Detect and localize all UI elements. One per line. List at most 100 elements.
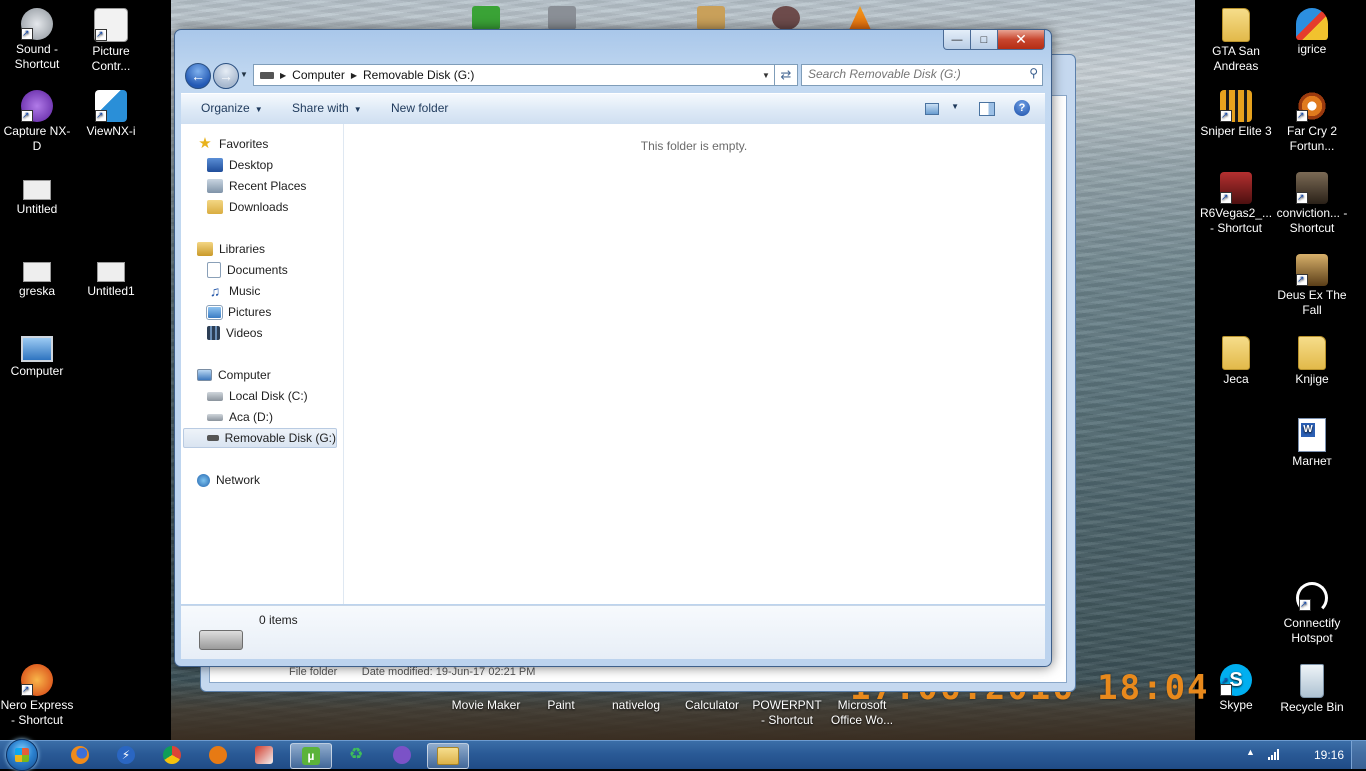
maximize-button[interactable]: □: [971, 30, 998, 50]
taskbar-firefox[interactable]: [60, 743, 100, 767]
taskbar-recycle-app[interactable]: ♻: [336, 743, 376, 767]
nav-favorites[interactable]: ★ Favorites: [197, 134, 268, 154]
desktop-icon-greska[interactable]: greska: [0, 262, 74, 299]
recycle-bin-icon: [1300, 664, 1324, 698]
desktop-icon-sound[interactable]: Sound - Shortcut: [0, 8, 74, 72]
help-button[interactable]: ?: [1014, 100, 1030, 116]
search-box[interactable]: ⚲: [801, 64, 1043, 86]
desktop-icon-office-word[interactable]: Microsoft Office Wo...: [825, 698, 899, 728]
app-icon[interactable]: [697, 6, 725, 30]
desktop-icon-conviction[interactable]: conviction... - Shortcut: [1275, 172, 1349, 236]
minimize-button[interactable]: —: [943, 30, 971, 50]
desktop-icon-deus-ex[interactable]: Deus Ex The Fall: [1275, 254, 1349, 318]
desktop-icon-viewnx[interactable]: ViewNX-i: [74, 90, 148, 139]
item-count: 0 items: [259, 613, 298, 627]
nav-label: Network: [216, 473, 261, 487]
desktop-icon-skype[interactable]: S Skype: [1199, 664, 1273, 713]
refresh-button[interactable]: ⇄: [774, 64, 798, 86]
desktop-icon-untitled1[interactable]: Untitled1: [74, 262, 148, 299]
nav-documents[interactable]: Documents: [207, 260, 288, 280]
taskbar-viber[interactable]: [382, 743, 422, 767]
desktop-icon-sniper-elite[interactable]: Sniper Elite 3: [1199, 90, 1273, 139]
desktop-icon: [207, 158, 223, 172]
nav-downloads[interactable]: Downloads: [207, 197, 288, 217]
nav-pictures[interactable]: Pictures: [206, 302, 272, 322]
taskbar-explorer[interactable]: [427, 743, 469, 769]
forward-button[interactable]: →: [213, 63, 239, 89]
desktop-icon-r6vegas[interactable]: R6Vegas2_... - Shortcut: [1199, 172, 1273, 236]
explorer-window[interactable]: — □ ✕ ← → ▼ ▶ Computer ▶ Removable Disk …: [174, 29, 1052, 667]
nav-network[interactable]: Network: [197, 470, 260, 490]
computer-icon: [197, 369, 212, 381]
nav-removable-disk-g[interactable]: Removable Disk (G:): [183, 428, 337, 448]
nav-libraries[interactable]: Libraries: [197, 239, 265, 259]
desktop-icon-nativelog[interactable]: nativelog: [599, 698, 673, 713]
nav-computer[interactable]: Computer: [197, 365, 271, 385]
address-bar[interactable]: ▶ Computer ▶ Removable Disk (G:) ▼: [253, 64, 775, 86]
nav-recent-places[interactable]: Recent Places: [207, 176, 306, 196]
desktop-icon-calculator[interactable]: Calculator: [675, 698, 749, 713]
nav-label: Pictures: [228, 305, 272, 319]
mp3-app-icon[interactable]: [472, 6, 500, 30]
network-icon: [197, 473, 210, 487]
desktop-icon-paint[interactable]: Paint: [524, 698, 598, 713]
taskbar-chrome[interactable]: [152, 743, 192, 767]
change-view-icon[interactable]: [925, 103, 939, 115]
network-signal-icon[interactable]: [1268, 748, 1279, 760]
desktop-icon-movie-maker[interactable]: Movie Maker: [449, 698, 523, 713]
search-input[interactable]: [802, 65, 1024, 83]
desktop-icon-label: nativelog: [611, 698, 661, 712]
breadcrumb-removable-disk[interactable]: Removable Disk (G:): [357, 68, 480, 82]
desktop-icon-powerpnt[interactable]: POWERPNT - Shortcut: [750, 698, 824, 728]
nav-music[interactable]: ♫ Music: [207, 281, 261, 301]
nav-aca-d[interactable]: Aca (D:): [207, 407, 273, 427]
taskbar-vlc[interactable]: [198, 743, 238, 767]
desktop-icon-picture-control[interactable]: Picture Contr...: [74, 8, 148, 74]
taskbar: ⚡ µ ♻ ▲ 19:16: [0, 739, 1366, 771]
taskbar-flash[interactable]: ⚡: [106, 743, 146, 767]
start-button[interactable]: [6, 739, 44, 771]
vlc-icon: [209, 746, 227, 764]
clock[interactable]: 19:16: [1314, 748, 1344, 762]
show-hidden-icons-icon[interactable]: ▲: [1246, 747, 1255, 757]
recent-pages-dropdown[interactable]: ▼: [240, 70, 248, 79]
nav-label: Computer: [218, 368, 271, 382]
back-button[interactable]: ←: [185, 63, 211, 89]
search-icon[interactable]: ⚲: [1029, 66, 1038, 80]
butterfly-icon: [1296, 8, 1328, 40]
navigation-pane[interactable]: ★ Favorites Desktop Recent Places Downloa…: [181, 124, 344, 604]
tools-app-icon[interactable]: [548, 6, 576, 30]
desktop-icon-label: Магнет: [1292, 454, 1332, 468]
desktop-icon-jeca[interactable]: Jeca: [1199, 336, 1273, 387]
desktop-icon-far-cry[interactable]: Far Cry 2 Fortun...: [1275, 90, 1349, 154]
tv-app-icon[interactable]: [772, 6, 800, 30]
show-desktop-button[interactable]: [1351, 741, 1366, 769]
desktop-icon-gta[interactable]: GTA San Andreas: [1199, 8, 1273, 74]
desktop-icon-recycle-bin[interactable]: Recycle Bin: [1275, 664, 1349, 715]
preview-pane-icon[interactable]: [979, 102, 995, 116]
taskbar-tools[interactable]: [244, 743, 284, 767]
desktop-icon-nero[interactable]: Nero Express - Shortcut: [0, 664, 74, 728]
desktop-icon-knjige[interactable]: Knjige: [1275, 336, 1349, 387]
new-folder-button[interactable]: New folder: [391, 101, 448, 115]
share-with-button[interactable]: Share with ▼: [292, 101, 362, 115]
desktop-icon-label: GTA San Andreas: [1212, 44, 1260, 73]
desktop-icon-computer[interactable]: Computer: [0, 336, 74, 379]
nav-desktop[interactable]: Desktop: [207, 155, 273, 175]
desktop-icon-label: igrice: [1297, 42, 1327, 56]
nav-videos[interactable]: Videos: [207, 323, 262, 343]
breadcrumb-computer[interactable]: Computer: [286, 68, 351, 82]
desktop-icon-magnet[interactable]: W Магнет: [1275, 418, 1349, 469]
desktop-icon-label: Nero Express - Shortcut: [0, 698, 74, 727]
address-dropdown-icon[interactable]: ▼: [758, 71, 774, 80]
desktop-icon-connectify[interactable]: Connectify Hotspot: [1275, 582, 1349, 646]
close-button[interactable]: ✕: [998, 30, 1045, 50]
background-footer-modified: Date modified: 19-Jun-17 02:21 PM: [361, 666, 536, 678]
nav-local-disk-c[interactable]: Local Disk (C:): [207, 386, 308, 406]
desktop-icon-capture-nx[interactable]: Capture NX-D: [0, 90, 74, 154]
taskbar-utorrent[interactable]: µ: [290, 743, 332, 769]
organize-button[interactable]: Organize ▼: [201, 101, 263, 115]
view-options-dropdown[interactable]: ▼: [951, 102, 959, 111]
desktop-icon-untitled[interactable]: Untitled: [0, 180, 74, 217]
desktop-icon-igrice[interactable]: igrice: [1275, 8, 1349, 57]
